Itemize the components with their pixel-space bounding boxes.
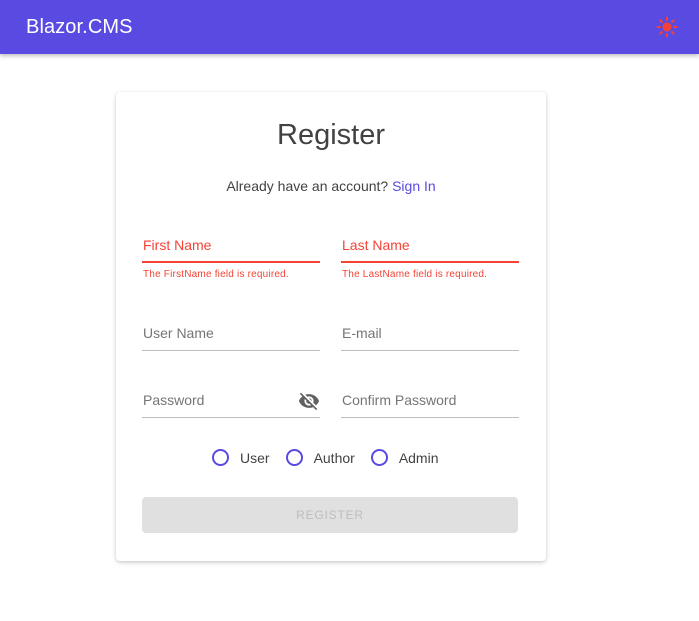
radio-unchecked-icon [212,449,229,466]
user-name-field[interactable]: User Name [142,323,320,351]
confirm-password-field[interactable]: Confirm Password [341,390,519,418]
first-name-label: First Name [143,237,212,253]
signin-prompt: Already have an account? Sign In [116,178,546,194]
email-field[interactable]: E-mail [341,323,519,351]
app-title: Blazor.CMS [26,15,133,38]
last-name-field[interactable]: Last Name [341,235,519,263]
role-label-user: User [240,449,270,466]
role-radio-group: User Author Admin [212,449,455,466]
signin-prompt-text: Already have an account? [226,178,389,194]
role-radio-admin[interactable]: Admin [370,449,439,466]
last-name-error: The LastName field is required. [342,269,488,280]
role-label-admin: Admin [398,449,439,466]
email-label: E-mail [342,325,382,341]
register-card: Register Already have an account? Sign I… [116,92,546,561]
eye-off-icon[interactable] [298,390,320,412]
password-field[interactable]: Password [142,390,320,418]
radio-unchecked-icon [285,449,303,466]
first-name-field[interactable]: First Name [142,235,320,263]
signin-link[interactable]: Sign In [392,178,436,194]
password-label: Password [143,392,205,408]
theme-toggle-button[interactable] [653,13,681,41]
role-label-author: Author [313,449,355,466]
role-radio-user[interactable]: User [212,449,270,466]
user-name-label: User Name [143,325,214,341]
sun-icon [656,16,678,38]
app-bar: Blazor.CMS [0,0,699,54]
register-button[interactable]: REGISTER [142,497,518,533]
role-radio-author[interactable]: Author [285,449,355,466]
first-name-error: The FirstName field is required. [143,269,289,280]
confirm-password-label: Confirm Password [342,392,457,408]
last-name-label: Last Name [342,237,410,253]
radio-unchecked-icon [370,449,388,466]
page-title: Register [277,119,385,151]
